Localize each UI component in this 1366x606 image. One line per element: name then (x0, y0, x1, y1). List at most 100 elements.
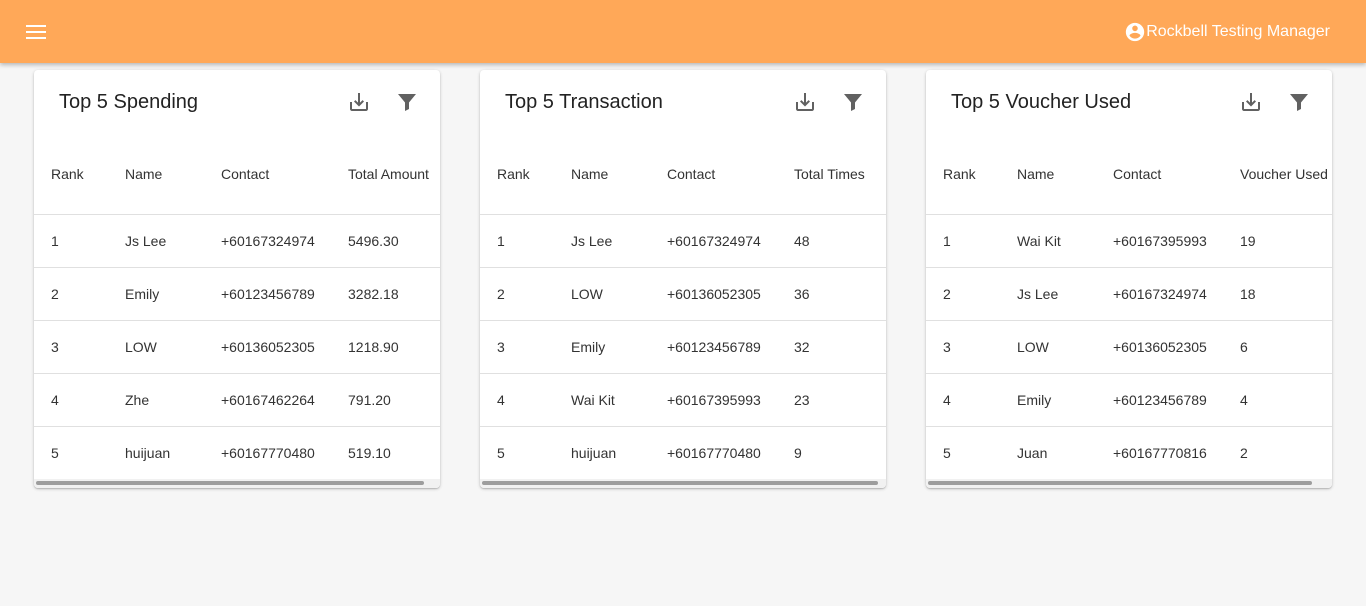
table-row: 5 huijuan +60167770480 519.10 (34, 426, 440, 479)
data-table: Rank Name Contact Voucher Used 1 Wai Kit +… (926, 134, 1332, 479)
table-row: 1 Js Lee +60167324974 48 (480, 214, 886, 268)
filter-icon (1290, 94, 1308, 111)
cell-value: 519.10 (348, 444, 391, 461)
horizontal-scrollbar[interactable] (480, 479, 886, 488)
cell-name: Js Lee (571, 214, 667, 268)
column-header[interactable]: Contact (221, 134, 348, 215)
column-header[interactable]: Rank (480, 134, 571, 215)
cell-rank: 1 (34, 214, 125, 268)
table-row: 3 LOW +60136052305 1218.90 (34, 320, 440, 374)
horizontal-scrollbar[interactable] (926, 479, 1332, 488)
filter-button[interactable] (394, 89, 420, 115)
cell-contact: +60123456789 (221, 267, 348, 321)
cell-name: huijuan (571, 444, 617, 461)
data-table: Rank Name Contact Total Amount 1 Js Lee +6… (34, 134, 440, 479)
cell-value: 19 (1240, 214, 1332, 268)
cell-rank: 2 (34, 267, 125, 321)
cell-value: 6 (1240, 320, 1332, 374)
column-header[interactable]: Voucher Used (1240, 134, 1332, 215)
cell-rank: 4 (926, 373, 1017, 427)
card-title: Top 5 Voucher Used (951, 90, 1132, 113)
table-row: 2 Js Lee +60167324974 18 (926, 267, 1332, 321)
cell-contact: +60167324974 (221, 214, 348, 268)
cell-value: 48 (794, 214, 886, 268)
cell-contact: +60167395993 (667, 373, 794, 427)
data-table: Rank Name Contact Total Times 1 Js Lee +60… (480, 134, 886, 479)
scrollbar-thumb[interactable] (928, 481, 1312, 485)
card-header: Top 5 Transaction (480, 70, 886, 134)
table-row: 3 Emily +60123456789 32 (480, 320, 886, 374)
cell-name: LOW (1017, 320, 1113, 374)
column-header[interactable]: Name (125, 134, 221, 215)
column-header[interactable]: Contact (667, 134, 794, 215)
card-actions (1238, 89, 1312, 115)
menu-icon (26, 24, 46, 39)
cell-value: 1218.90 (348, 320, 440, 374)
card-title: Top 5 Spending (59, 90, 199, 113)
table-row: 1 Wai Kit +60167395993 19 (926, 214, 1332, 268)
column-header[interactable]: Total Times (794, 134, 886, 215)
cell-contact: +60123456789 (1113, 373, 1240, 427)
cell-rank: 1 (480, 214, 571, 268)
column-header[interactable]: Name (1017, 134, 1113, 215)
cell-value: 5496.30 (348, 214, 440, 268)
scrollbar-thumb[interactable] (36, 481, 424, 485)
column-header[interactable]: Rank (926, 134, 1017, 215)
cell-rank: 4 (480, 373, 571, 427)
cell-name: Emily (571, 320, 667, 374)
cell-name: Js Lee (125, 214, 221, 268)
column-header[interactable]: Rank (34, 134, 125, 215)
download-button[interactable] (346, 89, 372, 115)
filter-button[interactable] (840, 89, 866, 115)
table-row: 4 Zhe +60167462264 791.20 (34, 373, 440, 427)
cell-name: Js Lee (1017, 267, 1113, 321)
card-header: Top 5 Spending (34, 70, 440, 134)
cell-name: LOW (571, 267, 667, 321)
cell-contact: +60167770480 (221, 444, 315, 461)
column-header[interactable]: Total Amount (348, 134, 440, 215)
cell-rank: 5 (51, 444, 59, 461)
cell-contact: +60136052305 (221, 320, 348, 374)
cell-rank: 3 (926, 320, 1017, 374)
cell-contact: +60123456789 (667, 320, 794, 374)
download-icon (350, 93, 368, 111)
dashboard-cards: Top 5 Spending Rank Name Contact Total A… (34, 70, 1332, 488)
filter-icon (398, 94, 416, 111)
cell-contact: +60167395993 (1113, 214, 1240, 268)
table-row: 2 LOW +60136052305 36 (480, 267, 886, 321)
scrollbar-thumb[interactable] (482, 481, 878, 485)
card-actions (792, 89, 866, 115)
menu-button[interactable] (25, 21, 47, 43)
table-row: 5 Juan +60167770816 2 (926, 426, 1332, 479)
cell-rank: 2 (926, 267, 1017, 321)
card-title: Top 5 Transaction (505, 90, 663, 113)
table-header-row: Rank Name Contact Total Times (480, 134, 886, 215)
cell-contact: +60167770480 (667, 444, 761, 461)
cell-contact: +60167324974 (1113, 267, 1240, 321)
download-icon (1242, 93, 1260, 111)
cell-name: huijuan (125, 444, 171, 461)
cell-value: 9 (794, 444, 802, 461)
cell-rank: 3 (34, 320, 125, 374)
card-top-spending: Top 5 Spending Rank Name Contact Total A… (34, 70, 440, 488)
cell-name: Juan (1017, 444, 1048, 461)
cell-value: 791.20 (348, 373, 440, 427)
column-header[interactable]: Name (571, 134, 667, 215)
cell-name: Wai Kit (571, 373, 667, 427)
card-header: Top 5 Voucher Used (926, 70, 1332, 134)
column-header[interactable]: Contact (1113, 134, 1240, 215)
download-button[interactable] (792, 89, 818, 115)
table-row: 5 huijuan +60167770480 9 (480, 426, 886, 479)
horizontal-scrollbar[interactable] (34, 479, 440, 488)
user-menu[interactable]: Rockbell Testing Manager (1124, 21, 1330, 43)
cell-value: 4 (1240, 373, 1332, 427)
filter-button[interactable] (1286, 89, 1312, 115)
cell-contact: +60167324974 (667, 214, 794, 268)
download-button[interactable] (1238, 89, 1264, 115)
cell-value: 23 (794, 373, 886, 427)
table-row: 1 Js Lee +60167324974 5496.30 (34, 214, 440, 268)
filter-icon (844, 94, 862, 111)
cell-contact: +60167462264 (221, 373, 348, 427)
card-actions (346, 89, 420, 115)
table-header-row: Rank Name Contact Total Amount (34, 134, 440, 215)
